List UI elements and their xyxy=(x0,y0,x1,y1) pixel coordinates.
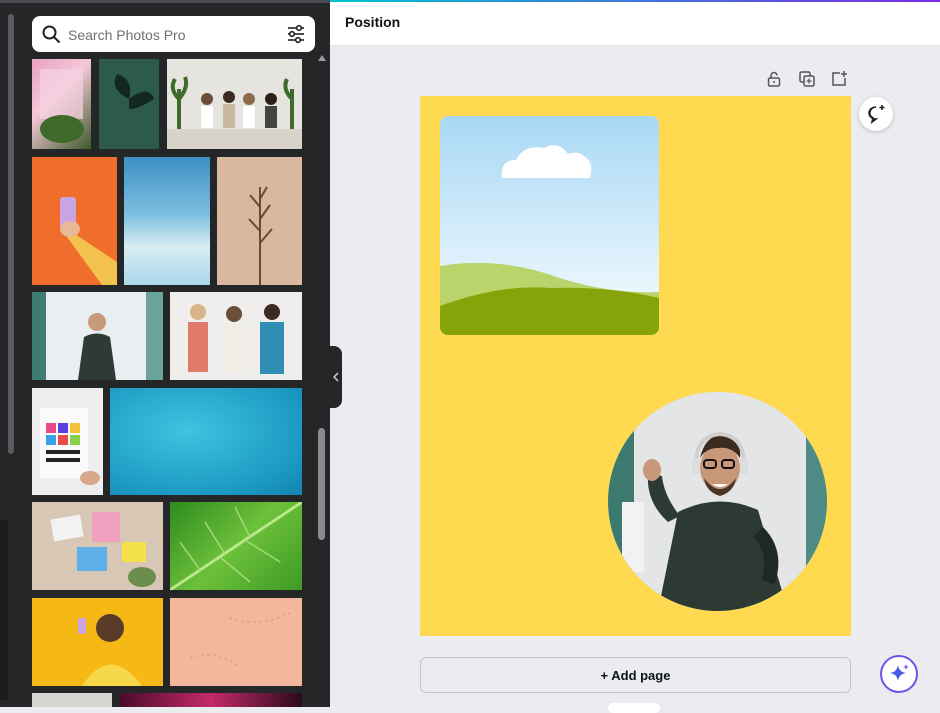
photo-thumbnail[interactable] xyxy=(124,157,210,285)
page-scroll-handle[interactable] xyxy=(608,703,660,713)
photo-thumbnail[interactable] xyxy=(99,59,159,149)
scroll-up-arrow-icon[interactable] xyxy=(317,54,327,62)
photo-thumbnail[interactable] xyxy=(167,59,302,149)
filter-icon[interactable] xyxy=(286,24,306,44)
comment-add-icon xyxy=(868,105,885,124)
photos-scrollbar-thumb[interactable] xyxy=(318,428,325,540)
add-comment-button[interactable] xyxy=(859,97,893,131)
lock-icon[interactable] xyxy=(765,70,783,88)
photo-thumbnail[interactable] xyxy=(170,598,302,686)
photo-thumbnail[interactable] xyxy=(217,157,302,285)
magic-assistant-button[interactable] xyxy=(880,655,918,693)
side-rail xyxy=(0,520,8,700)
image-frame-placeholder[interactable] xyxy=(440,116,659,335)
photo-thumbnail[interactable] xyxy=(32,292,163,380)
panel-top-line xyxy=(0,0,330,3)
search-icon xyxy=(42,25,60,43)
photos-panel xyxy=(0,0,330,707)
search-input[interactable] xyxy=(66,23,270,47)
toolbar-accent-line xyxy=(330,0,940,2)
photo-thumbnail[interactable] xyxy=(32,502,163,590)
duplicate-icon[interactable] xyxy=(798,70,816,88)
photo-thumbnail[interactable] xyxy=(32,693,112,707)
photo-thumbnail[interactable] xyxy=(170,502,302,590)
magic-sparkle-icon xyxy=(890,664,909,681)
add-page-icon[interactable] xyxy=(830,70,848,88)
design-page[interactable] xyxy=(420,96,851,636)
photo-thumbnail[interactable] xyxy=(32,59,91,149)
position-button[interactable]: Position xyxy=(345,14,400,30)
photo-thumbnail[interactable] xyxy=(110,388,302,495)
side-scrollbar[interactable] xyxy=(8,14,14,454)
collapse-panel-button[interactable] xyxy=(330,346,342,408)
editor-toolbar: Position xyxy=(330,0,940,46)
search-box[interactable] xyxy=(32,16,315,52)
photo-thumbnail[interactable] xyxy=(32,157,117,285)
collapse-chevron-icon xyxy=(333,372,339,382)
add-page-button[interactable]: + Add page xyxy=(420,657,851,693)
circle-photo-frame[interactable] xyxy=(608,392,827,611)
photo-thumbnail[interactable] xyxy=(32,598,163,686)
photo-thumbnail[interactable] xyxy=(32,388,103,495)
photo-thumbnail[interactable] xyxy=(120,693,302,707)
photo-thumbnail[interactable] xyxy=(170,292,302,380)
